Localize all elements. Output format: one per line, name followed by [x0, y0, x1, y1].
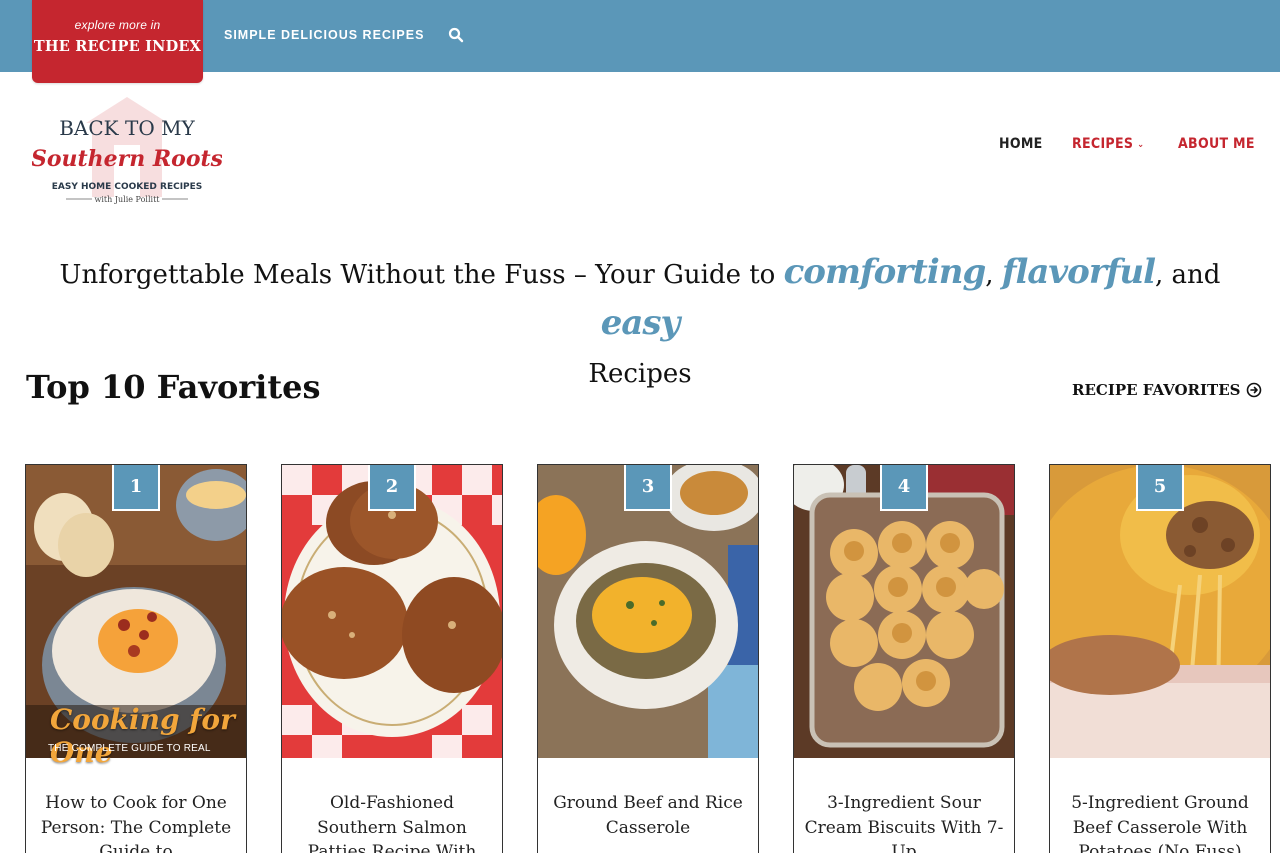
site-logo[interactable]: BACK TO MY Southern Roots EASY HOME COOK… — [31, 85, 223, 208]
nav-recipes-label: RECIPES — [1072, 136, 1134, 152]
tagline-word-flavorful: flavorful — [1001, 252, 1156, 292]
recipe-card-3[interactable]: 3 Ground Beef and Rice Casserole — [537, 464, 759, 853]
rank-badge: 4 — [880, 465, 928, 511]
rank-badge: 3 — [624, 465, 672, 511]
search-icon[interactable] — [448, 27, 464, 43]
arrow-circle-right-icon — [1247, 382, 1262, 398]
simple-delicious-recipes-link[interactable]: SIMPLE DELICIOUS RECIPES — [224, 28, 424, 42]
recipe-card-4[interactable]: 4 3-Ingredient Sour Cream Biscuits With … — [793, 464, 1015, 853]
recipe-index-button[interactable]: explore more in THE RECIPE INDEX — [32, 0, 203, 83]
section-title: Top 10 Favorites — [26, 368, 321, 406]
rank-badge: 2 — [368, 465, 416, 511]
tagline-tail: Recipes — [588, 359, 692, 389]
cooking-for-one-overlay: Cooking for One — [50, 703, 235, 769]
recipe-favorites-label: RECIPE FAVORITES — [1072, 381, 1241, 399]
logo-line4: with Julie Pollitt — [94, 195, 160, 204]
nav-about-me[interactable]: ABOUT ME — [1178, 136, 1255, 152]
recipe-card-1[interactable]: Cooking for One THE COMPLETE GUIDE TO RE… — [25, 464, 247, 853]
logo-line1: BACK TO MY — [59, 116, 195, 140]
badge-small-text: explore more in — [74, 18, 161, 32]
logo-line3: EASY HOME COOKED RECIPES — [52, 182, 203, 192]
tagline-word-comforting: comforting — [783, 252, 987, 292]
tagline-word-easy: easy — [600, 303, 681, 343]
tagline-lead: Unforgettable Meals Without the Fuss – Y… — [59, 260, 776, 290]
recipe-card-title[interactable]: Ground Beef and Rice Casserole — [548, 791, 748, 840]
recipe-card-5[interactable]: 5 5-Ingredient Ground Beef Casserole Wit… — [1049, 464, 1271, 853]
chevron-down-icon: ⌄ — [1137, 140, 1145, 150]
recipe-card-2[interactable]: 2 Old-Fashioned Southern Salmon Patties … — [281, 464, 503, 853]
recipe-favorites-link[interactable]: RECIPE FAVORITES — [1072, 381, 1262, 399]
recipe-card-title[interactable]: 3-Ingredient Sour Cream Biscuits With 7-… — [804, 791, 1004, 853]
recipe-card-title[interactable]: 5-Ingredient Ground Beef Casserole With … — [1060, 791, 1260, 853]
nav-recipes[interactable]: RECIPES ⌄ — [1072, 136, 1144, 152]
nav-home[interactable]: HOME — [999, 136, 1043, 152]
complete-guide-overlay: THE COMPLETE GUIDE TO REAL — [48, 743, 211, 754]
tagline-sep1: , — [985, 260, 994, 290]
logo-line2: Southern Roots — [32, 146, 222, 172]
rank-badge: 1 — [112, 465, 160, 511]
recipe-card-title[interactable]: How to Cook for One Person: The Complete… — [36, 791, 236, 853]
badge-big-text: THE RECIPE INDEX — [33, 38, 202, 55]
tagline-sep2: , and — [1155, 260, 1221, 290]
rank-badge: 5 — [1136, 465, 1184, 511]
recipe-card-title[interactable]: Old-Fashioned Southern Salmon Patties Re… — [292, 791, 492, 853]
